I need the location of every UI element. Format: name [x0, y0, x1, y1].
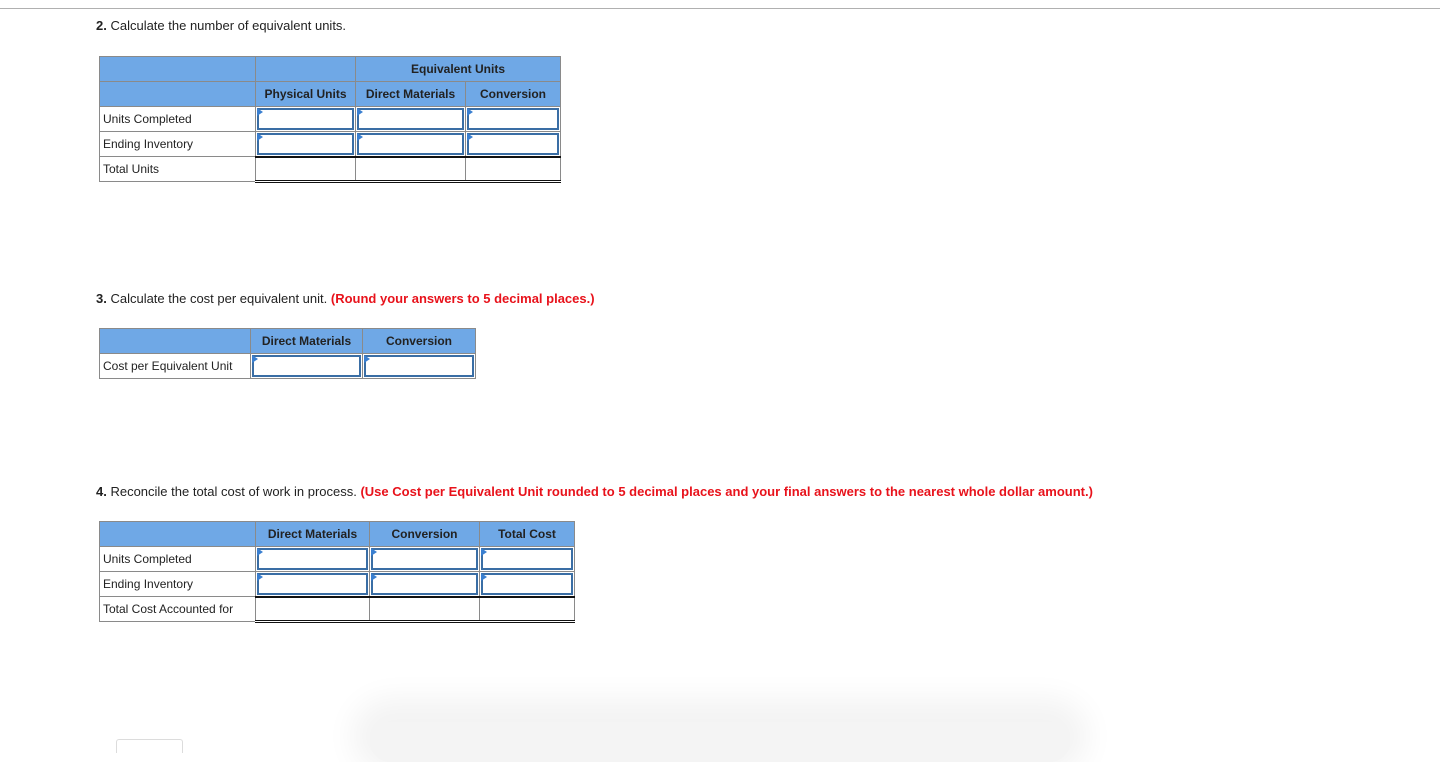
- header-direct-materials: Direct Materials: [355, 81, 466, 107]
- input-marker-icon: [481, 573, 487, 581]
- question-number: 4.: [96, 484, 107, 499]
- input-marker-icon: [257, 108, 263, 116]
- table-row: Units Completed: [99, 106, 562, 132]
- q4-ending-inventory-total-input[interactable]: [481, 573, 573, 595]
- header-direct-materials: Direct Materials: [250, 328, 363, 354]
- row-label-total-cost-accounted-for: Total Cost Accounted for: [99, 596, 256, 622]
- header-conversion: Conversion: [369, 521, 480, 547]
- header-conversion: Conversion: [362, 328, 476, 354]
- q4-units-completed-dm-input[interactable]: [257, 548, 368, 570]
- equivalent-units-table: Equivalent Units Physical Units Direct M…: [99, 56, 562, 183]
- table-row: Cost per Equivalent Unit: [99, 353, 476, 379]
- q2-total-physical-cell: [255, 155, 356, 183]
- table-row: Ending Inventory: [99, 131, 562, 157]
- q2-units-completed-dm-input[interactable]: [357, 108, 464, 130]
- q2-total-dm-cell: [355, 155, 466, 183]
- q2-ending-inventory-physical-input[interactable]: [257, 133, 354, 155]
- q4-ending-inventory-dm-input[interactable]: [257, 573, 368, 595]
- input-marker-icon: [481, 548, 487, 556]
- q3-conversion-cost-input[interactable]: [364, 355, 474, 377]
- question-2-prompt: 2. Calculate the number of equivalent un…: [96, 18, 346, 33]
- q2-ending-inventory-conversion-input[interactable]: [467, 133, 560, 155]
- bottom-tab-stub[interactable]: [116, 739, 183, 753]
- question-text: Calculate the number of equivalent units…: [106, 18, 347, 33]
- q4-ending-inventory-conversion-input[interactable]: [371, 573, 478, 595]
- q2-ending-inventory-dm-input[interactable]: [357, 133, 464, 155]
- q4-units-completed-total-input[interactable]: [481, 548, 573, 570]
- top-divider: [0, 8, 1440, 9]
- input-marker-icon: [467, 133, 473, 141]
- q2-units-completed-physical-input[interactable]: [257, 108, 354, 130]
- q2-units-completed-conversion-input[interactable]: [467, 108, 560, 130]
- input-marker-icon: [357, 133, 363, 141]
- q2-total-conversion-cell: [464, 155, 562, 183]
- q3-dm-cost-input[interactable]: [252, 355, 361, 377]
- row-label-ending-inventory: Ending Inventory: [99, 571, 256, 597]
- q4-units-completed-conversion-input[interactable]: [371, 548, 478, 570]
- input-marker-icon: [257, 573, 263, 581]
- input-marker-icon: [371, 573, 377, 581]
- rounding-note: (Round your answers to 5 decimal places.…: [330, 291, 595, 306]
- question-3-prompt: 3. Calculate the cost per equivalent uni…: [96, 291, 595, 306]
- q4-total-cost-cell: [479, 595, 575, 623]
- input-marker-icon: [257, 548, 263, 556]
- row-label-total-units: Total Units: [99, 156, 256, 182]
- question-4-prompt: 4. Reconcile the total cost of work in p…: [96, 484, 1093, 499]
- header-blank: [99, 521, 256, 547]
- input-marker-icon: [371, 548, 377, 556]
- header-conversion: Conversion: [464, 81, 562, 107]
- header-blank: [99, 56, 256, 82]
- row-label-cost-per-equivalent-unit: Cost per Equivalent Unit: [99, 353, 251, 379]
- header-blank: [99, 81, 256, 107]
- header-equivalent-units: Equivalent Units: [354, 56, 562, 82]
- rounding-note: (Use Cost per Equivalent Unit rounded to…: [360, 484, 1093, 499]
- question-number: 3.: [96, 291, 107, 306]
- question-text: Calculate the cost per equivalent unit.: [106, 291, 331, 306]
- input-marker-icon: [357, 108, 363, 116]
- input-marker-icon: [467, 108, 473, 116]
- table-row: Ending Inventory: [99, 571, 575, 597]
- table-row: Total Units: [99, 155, 562, 183]
- reconcile-cost-table: Direct Materials Conversion Total Cost U…: [99, 521, 575, 623]
- header-blank: [255, 56, 356, 82]
- header-blank: [99, 328, 251, 354]
- row-label-units-completed: Units Completed: [99, 546, 256, 572]
- input-marker-icon: [252, 355, 258, 363]
- header-physical-units: Physical Units: [255, 81, 356, 107]
- input-marker-icon: [364, 355, 370, 363]
- question-text: Reconcile the total cost of work in proc…: [106, 484, 361, 499]
- q4-total-dm-cell: [255, 595, 370, 623]
- row-label-units-completed: Units Completed: [99, 106, 256, 132]
- header-direct-materials: Direct Materials: [255, 521, 370, 547]
- input-marker-icon: [257, 133, 263, 141]
- bottom-toolbar-shadow: [370, 722, 1070, 762]
- table-row: Units Completed: [99, 546, 575, 572]
- cost-per-equivalent-unit-table: Direct Materials Conversion Cost per Equ…: [99, 328, 476, 379]
- question-number: 2.: [96, 18, 107, 33]
- q4-total-conversion-cell: [369, 595, 480, 623]
- row-label-ending-inventory: Ending Inventory: [99, 131, 256, 157]
- table-row: Total Cost Accounted for: [99, 595, 575, 623]
- header-total-cost: Total Cost: [479, 521, 575, 547]
